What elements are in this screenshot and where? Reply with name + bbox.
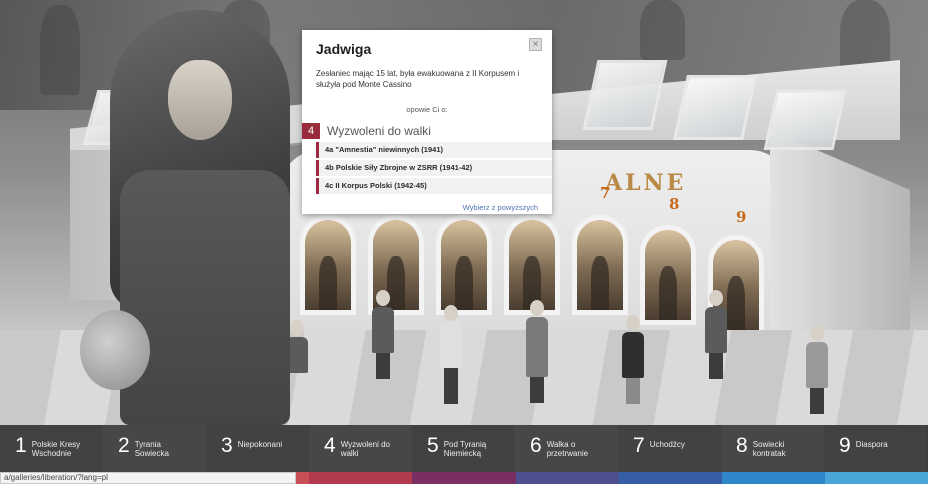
nav-number: 8 — [736, 434, 748, 457]
gallery-photo — [305, 220, 351, 310]
nav-number: 4 — [324, 434, 336, 457]
nav-item-8[interactable]: 8 Sowiecki kontratak — [721, 425, 824, 472]
popup-tell-label: opowie Ci o: — [406, 105, 448, 114]
nav-label: Wyzwoleni do walki — [340, 440, 390, 458]
figure-bundle — [80, 310, 150, 390]
nav-number: 5 — [427, 434, 439, 457]
nav-item-7[interactable]: 7 Uchodźcy — [618, 425, 721, 472]
nav-number: 6 — [530, 434, 542, 457]
gallery-photo — [577, 220, 623, 310]
exhibition-scene: ALNE 7 8 9 Jadwiga × Zesłaniec mając 15 … — [0, 0, 928, 484]
nav-number: 3 — [221, 434, 233, 457]
nav-number: 9 — [839, 434, 851, 457]
character-figure[interactable] — [372, 290, 394, 379]
gallery-photo — [509, 220, 555, 310]
close-icon[interactable]: × — [529, 38, 542, 51]
glass-panel — [582, 60, 668, 130]
character-figure[interactable] — [440, 305, 462, 404]
status-bar-url: a/galleries/liberation/?lang=pl — [0, 472, 296, 484]
chapter-item-4c[interactable]: 4c II Korpus Polski (1942-45) — [316, 178, 552, 194]
nav-item-1[interactable]: 1 Polskie Kresy Wschodnie — [0, 425, 103, 472]
chapter-name: Wyzwoleni do walki — [327, 124, 431, 138]
nav-item-6[interactable]: 6 Walka o przetrwanie — [515, 425, 618, 472]
arch-number: 8 — [669, 195, 680, 213]
nav-label: Sowiecki kontratak — [752, 440, 786, 458]
nav-number: 2 — [118, 434, 130, 457]
nav-label: Polskie Kresy Wschodnie — [31, 440, 81, 458]
arch-number: 7 — [600, 184, 611, 202]
character-figure[interactable] — [806, 325, 828, 414]
chapter-item-4a[interactable]: 4a "Amnestia" niewinnych (1941) — [316, 142, 552, 158]
building-sign: ALNE — [605, 170, 687, 196]
nav-label: Pod Tyranią Niemiecką — [443, 440, 487, 458]
chapter-navigation: 1 Polskie Kresy Wschodnie 2 Tyrania Sowiec… — [0, 425, 928, 472]
chapter-heading[interactable]: 4 Wyzwoleni do walki — [302, 123, 552, 139]
gallery-photo — [645, 230, 691, 320]
popup-description: Zesłaniec mając 15 lat, była ewakuowana … — [316, 69, 520, 89]
color-bar-segment-8 — [721, 472, 825, 484]
figure-coat — [120, 170, 290, 425]
nav-item-9[interactable]: 9 Diaspora — [824, 425, 927, 472]
nav-label: Niepokonani — [237, 440, 283, 449]
color-bar-segment-5 — [412, 472, 516, 484]
nav-item-3[interactable]: 3 Niepokonani — [206, 425, 309, 472]
gallery-arch-6[interactable] — [640, 225, 696, 325]
character-popup: Jadwiga × Zesłaniec mając 15 lat, była e… — [302, 30, 552, 214]
character-figure[interactable] — [526, 300, 548, 403]
glass-panel — [673, 75, 757, 140]
nav-label: Diaspora — [855, 440, 888, 449]
choose-link[interactable]: Wybierz z powyższych — [463, 203, 538, 212]
gallery-arch-5[interactable] — [572, 215, 628, 315]
figure-face — [168, 60, 232, 140]
nav-number: 1 — [15, 434, 27, 457]
nav-number: 7 — [633, 434, 645, 457]
color-bar-segment-4 — [309, 472, 413, 484]
facade-wall-right — [770, 130, 910, 330]
color-bar-segment-6 — [515, 472, 619, 484]
gallery-photo — [441, 220, 487, 310]
color-bar-segment-9 — [824, 472, 928, 484]
chapter-item-4b[interactable]: 4b Polskie Siły Zbrojne w ZSRR (1941-42) — [316, 160, 552, 176]
arch-number: 9 — [736, 208, 747, 226]
nav-label: Walka o przetrwanie — [546, 440, 589, 458]
jadwiga-figure[interactable] — [80, 0, 310, 425]
nav-label: Uchodźcy — [649, 440, 685, 449]
nav-item-2[interactable]: 2 Tyrania Sowiecka — [103, 425, 206, 472]
glass-panel — [763, 90, 847, 150]
nav-item-5[interactable]: 5 Pod Tyranią Niemiecką — [412, 425, 515, 472]
gallery-arch-3[interactable] — [436, 215, 492, 315]
nav-label: Tyrania Sowiecka — [134, 440, 169, 458]
popup-title: Jadwiga — [316, 41, 372, 57]
character-figure[interactable] — [705, 290, 727, 379]
color-bar-segment-7 — [618, 472, 722, 484]
character-figure[interactable] — [622, 315, 644, 404]
nav-item-4[interactable]: 4 Wyzwoleni do walki — [309, 425, 412, 472]
chapter-number-badge: 4 — [302, 123, 320, 139]
